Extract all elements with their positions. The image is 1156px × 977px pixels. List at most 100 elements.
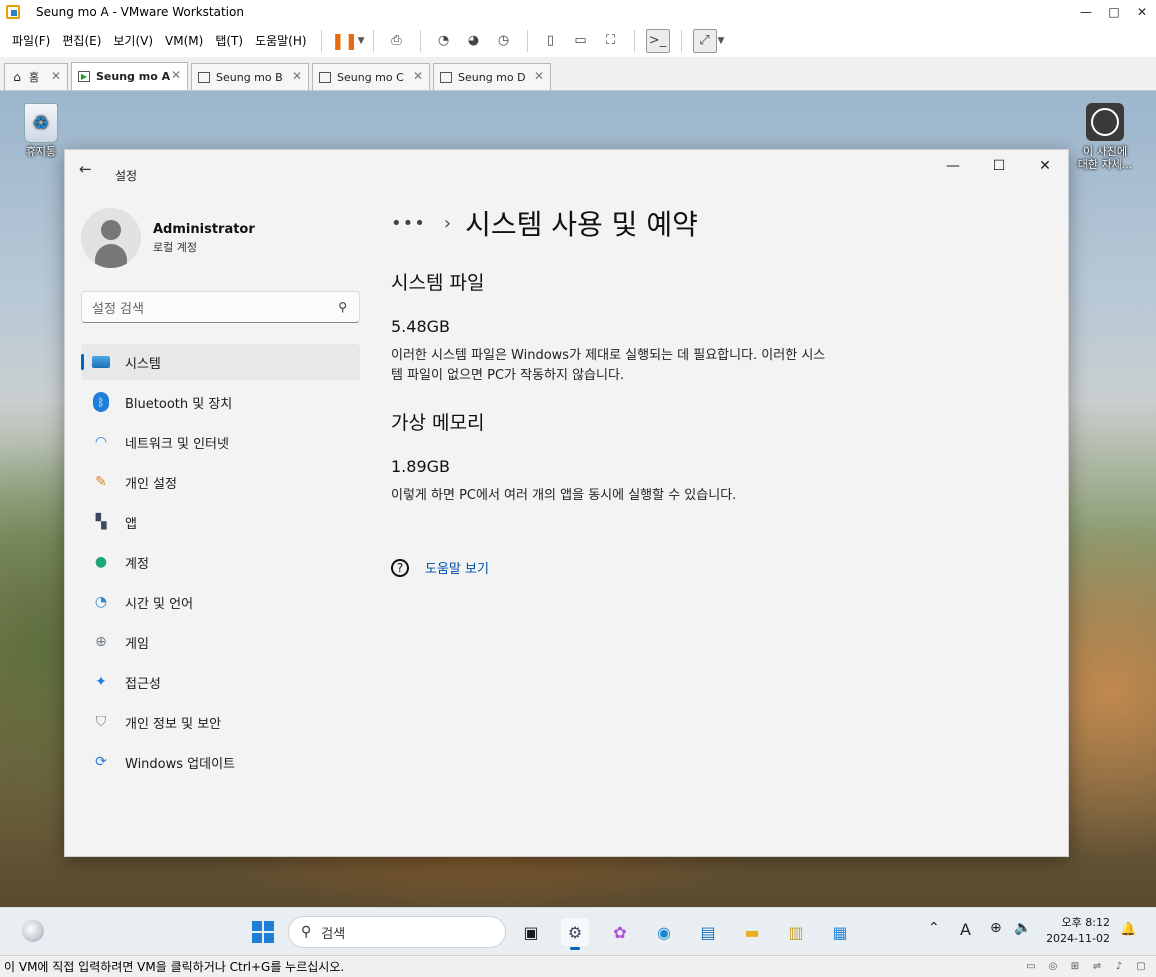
settings-close-button[interactable]: ✕ [1022, 150, 1068, 182]
tab-label: Seung mo C [337, 70, 404, 84]
accessibility-icon: ✦ [95, 674, 107, 690]
usb-icon[interactable]: ⇌ [1088, 959, 1106, 973]
tab-seung-mo-a[interactable]: ▶ Seung mo A ✕ [71, 62, 188, 90]
toolbar-divider [680, 29, 682, 52]
breadcrumb-more-button[interactable]: ••• [391, 213, 426, 234]
sidebar-item-accounts[interactable]: ● 계정 [81, 544, 360, 580]
settings-window: ← 설정 — ☐ ✕ Administrator 로컬 계정 설정 검색 ⚲ 시… [64, 149, 1069, 857]
fullscreen-icon[interactable]: ⛶ [599, 29, 623, 53]
weather-widget-icon[interactable] [22, 920, 44, 942]
thumbnail-bar-icon[interactable]: ▭ [569, 29, 593, 53]
store-icon[interactable]: ▤ [694, 918, 722, 946]
menu-edit[interactable]: 편집(E) [56, 32, 107, 49]
sidebar-item-time-language[interactable]: ◔ 시간 및 언어 [81, 584, 360, 620]
settings-minimize-button[interactable]: — [930, 150, 976, 182]
sidebar-item-gaming[interactable]: ⊕ 게임 [81, 624, 360, 660]
notepad-icon[interactable]: ▥ [782, 918, 810, 946]
sidebar-item-network[interactable]: ◠ 네트워크 및 인터넷 [81, 424, 360, 460]
close-icon[interactable]: ✕ [413, 69, 423, 83]
menu-tabs[interactable]: 탭(T) [209, 32, 249, 49]
recycle-bin-shortcut[interactable]: ♻ 휴지통 [18, 103, 64, 158]
sidebar-item-apps[interactable]: ▚ 앱 [81, 504, 360, 540]
tab-seung-mo-b[interactable]: Seung mo B ✕ [191, 63, 309, 90]
wifi-icon: ◠ [94, 434, 108, 450]
speaker-icon[interactable]: 🔈 [1014, 920, 1031, 936]
send-ctrl-alt-del-icon[interactable]: ⎙ [385, 29, 409, 53]
tray-overflow-chevron-icon[interactable]: ⌃ [928, 920, 940, 936]
power-dropdown-chevron-icon[interactable]: ▼ [358, 36, 365, 46]
device-status-icons: ▭ ◎ ⊞ ⇌ ♪ ▢ [1018, 959, 1150, 973]
tab-seung-mo-c[interactable]: Seung mo C ✕ [312, 63, 430, 90]
sidebar-item-bluetooth[interactable]: ᛒ Bluetooth 및 장치 [81, 384, 360, 420]
system-files-size: 5.48GB [391, 317, 450, 336]
maximize-button[interactable]: □ [1100, 0, 1128, 24]
menu-view[interactable]: 보기(V) [107, 32, 159, 49]
library-view-icon[interactable]: ▯ [539, 29, 563, 53]
remote-desktop-icon[interactable]: ▦ [826, 918, 854, 946]
file-explorer-icon[interactable]: ▬ [738, 918, 766, 946]
stretch-guest-icon[interactable]: ⤢ [692, 28, 717, 53]
settings-content: ••• › 시스템 사용 및 예약 시스템 파일 5.48GB 이러한 시스템 … [391, 200, 1041, 577]
sidebar-item-system[interactable]: 시스템 [81, 344, 360, 380]
apps-icon: ▚ [95, 514, 107, 530]
cd-drive-icon[interactable]: ◎ [1044, 959, 1062, 973]
status-message: 이 VM에 직접 입력하려면 VM을 클릭하거나 Ctrl+G를 누르십시오. [4, 960, 345, 974]
settings-gear-icon[interactable]: ⚙ [561, 918, 589, 950]
menu-help[interactable]: 도움말(H) [249, 32, 313, 49]
settings-title: 설정 [115, 169, 138, 183]
sidebar-item-label: 네트워크 및 인터넷 [125, 436, 229, 452]
sidebar-item-accessibility[interactable]: ✦ 접근성 [81, 664, 360, 700]
copilot-icon[interactable]: ✿ [606, 918, 634, 946]
close-icon[interactable]: ✕ [171, 68, 181, 82]
photo-info-label-line2: 대한 자세... [1077, 158, 1133, 171]
sidebar-item-personalization[interactable]: ✎ 개인 설정 [81, 464, 360, 500]
settings-nav: 시스템 ᛒ Bluetooth 및 장치 ◠ 네트워크 및 인터넷 ✎ 개인 설… [81, 344, 360, 784]
photo-info-shortcut[interactable]: 이 사진에 대한 자세... [1070, 103, 1140, 171]
stretch-dropdown-chevron-icon[interactable]: ▼ [718, 36, 725, 46]
brush-icon: ✎ [95, 474, 107, 490]
vmware-titlebar: Seung mo A - VMware Workstation — □ ✕ [0, 0, 1156, 24]
sidebar-item-windows-update[interactable]: ⟳ Windows 업데이트 [81, 744, 360, 780]
close-icon[interactable]: ✕ [292, 69, 302, 83]
network-globe-icon[interactable]: ⊕ [990, 920, 1002, 936]
profile-name: Administrator [153, 221, 255, 237]
sidebar-item-privacy[interactable]: ⛉ 개인 정보 및 보안 [81, 704, 360, 740]
sound-card-icon[interactable]: ♪ [1110, 959, 1128, 973]
clock-globe-icon: ◔ [94, 594, 108, 610]
back-arrow-icon[interactable]: ← [79, 160, 92, 178]
snapshot-take-icon[interactable]: ◔ [432, 29, 456, 53]
ime-indicator[interactable]: A [960, 920, 971, 939]
shield-icon: ⛉ [95, 714, 107, 730]
taskbar-clock[interactable]: 오후 8:12 2024-11-02 [1046, 915, 1110, 947]
tab-seung-mo-d[interactable]: Seung mo D ✕ [433, 63, 551, 90]
close-icon[interactable]: ✕ [51, 69, 61, 83]
virtual-memory-description: 이렇게 하면 PC에서 여러 개의 앱을 동시에 실행할 수 있습니다. [391, 488, 737, 503]
display-icon[interactable]: ▢ [1132, 959, 1150, 973]
task-view-icon[interactable]: ▣ [517, 918, 545, 946]
start-button[interactable] [252, 921, 274, 943]
snapshot-revert-icon[interactable]: ◕ [462, 29, 486, 53]
close-icon[interactable]: ✕ [534, 69, 544, 83]
network-adapter-icon[interactable]: ⊞ [1066, 959, 1084, 973]
pause-icon[interactable]: ❚❚ [331, 29, 358, 53]
guest-desktop[interactable]: ♻ 휴지통 이 사진에 대한 자세... ← 설정 — ☐ ✕ Administ… [0, 91, 1156, 907]
notification-bell-icon[interactable]: 🔔 [1120, 922, 1136, 937]
minimize-button[interactable]: — [1072, 0, 1100, 24]
taskbar-search-input[interactable]: ⚲ 검색 [288, 916, 506, 948]
sidebar-item-label: Windows 업데이트 [125, 756, 236, 772]
menu-vm[interactable]: VM(M) [159, 34, 209, 48]
tab-label: Seung mo B [216, 70, 283, 84]
menu-file[interactable]: 파일(F) [6, 32, 56, 49]
sidebar-item-label: 개인 정보 및 보안 [125, 716, 222, 732]
tab-home[interactable]: ⌂ 홈 ✕ [4, 63, 68, 90]
sidebar-item-label: 게임 [125, 636, 149, 652]
settings-search-input[interactable]: 설정 검색 ⚲ [81, 291, 360, 323]
settings-maximize-button[interactable]: ☐ [976, 150, 1022, 182]
console-view-icon[interactable]: >_ [645, 28, 670, 53]
get-help-link[interactable]: ? 도움말 보기 [391, 558, 1041, 577]
close-button[interactable]: ✕ [1128, 0, 1156, 24]
profile-card[interactable]: Administrator 로컬 계정 [81, 208, 255, 268]
edge-browser-icon[interactable]: ◉ [650, 918, 678, 946]
hard-disk-icon[interactable]: ▭ [1022, 959, 1040, 973]
snapshot-manager-icon[interactable]: ◷ [492, 29, 516, 53]
